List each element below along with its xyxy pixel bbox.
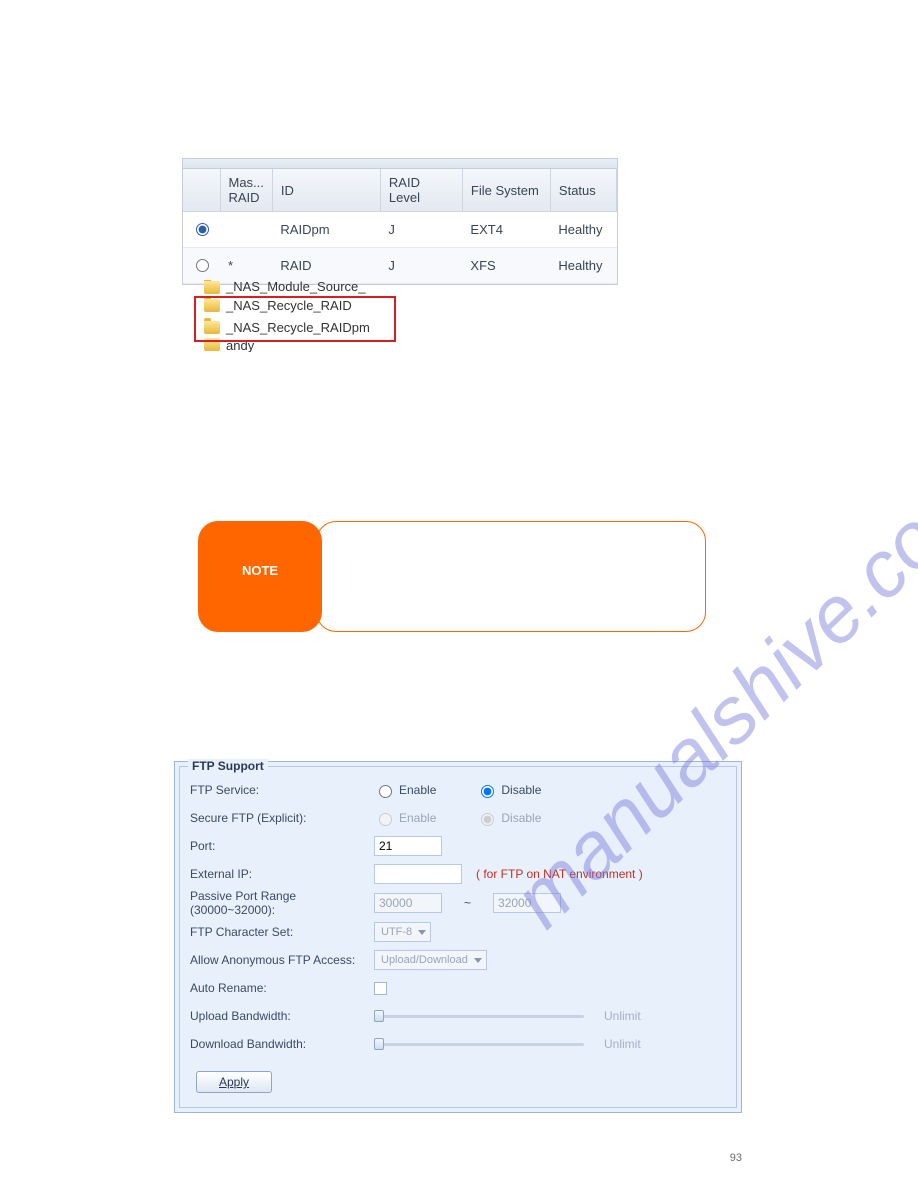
raid-row-fs: XFS	[462, 248, 550, 284]
upload-bw-label: Upload Bandwidth:	[190, 1009, 374, 1023]
ftp-intro-text: The Thecus IP storage can act as an FTP …	[174, 685, 742, 730]
raid-row-fs: EXT4	[462, 212, 550, 248]
ftp-service-enable-radio[interactable]	[379, 785, 392, 798]
table-row[interactable]: * RAID J XFS Healthy	[183, 248, 617, 284]
raid-row-radio[interactable]	[196, 259, 209, 272]
folder-icon	[204, 299, 220, 312]
charset-label: FTP Character Set:	[190, 925, 374, 939]
raid-col-status: Status	[550, 169, 616, 212]
ftp-service-row: FTP Service: Enable Disable	[190, 777, 726, 803]
ftp-panel: FTP Support FTP Service: Enable Disable …	[174, 761, 742, 1113]
raid-col-master: Mas... RAID	[220, 169, 272, 212]
charset-select: UTF-8	[374, 922, 431, 942]
download-bw-slider[interactable]	[374, 1037, 584, 1051]
secure-ftp-disable-radio	[481, 813, 494, 826]
secure-ftp-disable-option: Disable	[476, 810, 541, 826]
ftp-service-enable-option[interactable]: Enable	[374, 782, 436, 798]
page-number: 93	[730, 1152, 742, 1164]
download-bw-row: Download Bandwidth: Unlimit	[190, 1031, 726, 1057]
passive-separator: ~	[464, 896, 471, 910]
tree-item-label: _NAS_Recycle_RAID	[226, 298, 352, 313]
raid-toolbar	[183, 159, 617, 169]
autorename-label: Auto Rename:	[190, 981, 374, 995]
radio-label: Enable	[399, 811, 436, 825]
raid-col-id: ID	[272, 169, 380, 212]
apply-button[interactable]: Apply	[196, 1071, 272, 1093]
ftp-intro: FTP The Thecus IP storage can act as an …	[174, 660, 742, 729]
anonymous-label: Allow Anonymous FTP Access:	[190, 953, 374, 967]
raid-row-master: *	[220, 248, 272, 284]
ftp-legend: FTP Support	[188, 759, 268, 773]
tree-item[interactable]: _NAS_Recycle_RAID	[198, 294, 408, 316]
folder-tree: _NAS_Module_Source_ _NAS_Recycle_RAID _N…	[198, 280, 408, 352]
secure-ftp-enable-option: Enable	[374, 810, 436, 826]
table-row[interactable]: RAIDpm J EXT4 Healthy	[183, 212, 617, 248]
external-ip-input[interactable]	[374, 864, 462, 884]
port-row: Port:	[190, 833, 726, 859]
upload-bw-slider[interactable]	[374, 1009, 584, 1023]
folder-icon	[204, 338, 220, 351]
ftp-service-label: FTP Service:	[190, 783, 374, 797]
port-label: Port:	[190, 839, 374, 853]
radio-label: Disable	[501, 783, 541, 797]
secure-ftp-label: Secure FTP (Explicit):	[190, 811, 374, 825]
note-badge: NOTE	[198, 521, 322, 632]
passive-range-label: Passive Port Range (30000~32000):	[190, 889, 374, 917]
secure-ftp-row: Secure FTP (Explicit): Enable Disable	[190, 805, 726, 831]
external-ip-row: External IP: ( for FTP on NAT environmen…	[190, 861, 726, 887]
external-ip-hint: ( for FTP on NAT environment )	[476, 867, 643, 881]
note-callout: NOTE The use ACL control checkbox will o…	[198, 521, 706, 632]
passive-from-input	[374, 893, 442, 913]
passive-range-row: Passive Port Range (30000~32000): ~	[190, 889, 726, 917]
note-title: NOTE	[198, 521, 322, 578]
autorename-row: Auto Rename:	[190, 975, 726, 1001]
secure-ftp-enable-radio	[379, 813, 392, 826]
raid-col-select	[183, 169, 220, 212]
anonymous-select: Upload/Download	[374, 950, 487, 970]
raid-row-level: J	[380, 212, 462, 248]
charset-row: FTP Character Set: UTF-8	[190, 919, 726, 945]
autorename-checkbox[interactable]	[374, 982, 387, 995]
raid-row-id: RAIDpm	[272, 212, 380, 248]
download-bw-value: Unlimit	[604, 1037, 641, 1051]
radio-label: Disable	[501, 811, 541, 825]
tree-item-label: andy	[226, 338, 254, 352]
raid-row-status: Healthy	[550, 212, 616, 248]
raid-row-status: Healthy	[550, 248, 616, 284]
ftp-service-disable-radio[interactable]	[481, 785, 494, 798]
slider-thumb-icon[interactable]	[374, 1038, 384, 1050]
note-body: The use ACL control checkbox will only a…	[316, 521, 706, 632]
tree-item[interactable]: _NAS_Module_Source_	[198, 280, 408, 294]
raid-row-master	[220, 212, 272, 248]
external-ip-label: External IP:	[190, 867, 374, 881]
tree-item[interactable]: _NAS_Recycle_RAIDpm	[198, 316, 408, 338]
ftp-heading: FTP	[174, 660, 742, 679]
passive-to-input	[493, 893, 561, 913]
ftp-fieldset: FTP Support FTP Service: Enable Disable …	[179, 766, 737, 1108]
anonymous-row: Allow Anonymous FTP Access: Upload/Downl…	[190, 947, 726, 973]
folder-icon	[204, 281, 220, 294]
upload-bw-value: Unlimit	[604, 1009, 641, 1023]
upload-bw-row: Upload Bandwidth: Unlimit	[190, 1003, 726, 1029]
raid-row-radio[interactable]	[196, 223, 209, 236]
raid-table: Mas... RAID ID RAID Level File System St…	[183, 169, 617, 284]
raid-row-id: RAID	[272, 248, 380, 284]
raid-row-level: J	[380, 248, 462, 284]
raid-table-container: Mas... RAID ID RAID Level File System St…	[182, 158, 618, 285]
slider-thumb-icon[interactable]	[374, 1010, 384, 1022]
raid-col-fs: File System	[462, 169, 550, 212]
radio-label: Enable	[399, 783, 436, 797]
tree-item-label: _NAS_Module_Source_	[226, 280, 365, 294]
ftp-service-disable-option[interactable]: Disable	[476, 782, 541, 798]
folder-icon	[204, 321, 220, 334]
port-input[interactable]	[374, 836, 442, 856]
download-bw-label: Download Bandwidth:	[190, 1037, 374, 1051]
raid-col-level: RAID Level	[380, 169, 462, 212]
tree-item[interactable]: andy	[198, 338, 408, 352]
tree-item-label: _NAS_Recycle_RAIDpm	[226, 320, 370, 335]
